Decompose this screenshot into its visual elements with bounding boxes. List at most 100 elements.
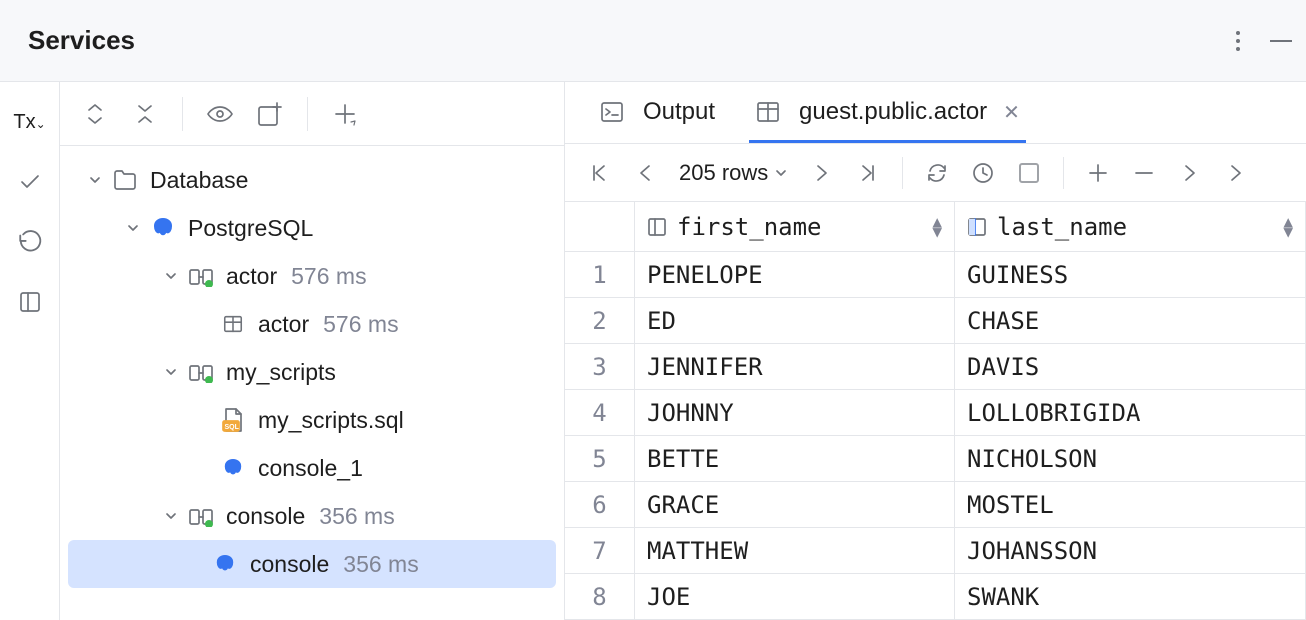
grid-cell[interactable]: MOSTEL [955, 482, 1305, 528]
grid-cell[interactable]: JOE [635, 574, 954, 620]
expand-all-button[interactable] [76, 95, 114, 133]
tree-label: console [226, 503, 305, 530]
folder-icon [112, 167, 138, 193]
postgresql-icon [150, 215, 176, 241]
tab-output[interactable]: Output [593, 84, 721, 143]
more-options-icon[interactable] [1232, 27, 1244, 55]
chevron-down-icon[interactable] [84, 169, 106, 191]
svg-text:SQL: SQL [225, 424, 240, 431]
chevron-down-icon[interactable] [160, 505, 182, 527]
commit-button[interactable] [14, 166, 46, 198]
row-number: 4 [565, 390, 634, 436]
sort-icon[interactable]: ▲▼ [1283, 218, 1293, 236]
row-number: 1 [565, 252, 634, 298]
chevron-down-icon[interactable] [160, 265, 182, 287]
column-header-last-name[interactable]: last_name ▲▼ [955, 202, 1305, 252]
row-count-dropdown[interactable]: 205 rows [673, 160, 794, 186]
services-tree[interactable]: Database PostgreSQL actor 576 ms [60, 146, 564, 620]
chevron-down-icon [774, 166, 788, 180]
grid-cell[interactable]: LOLLOBRIGIDA [955, 390, 1305, 436]
row-count-label: 205 rows [679, 160, 768, 186]
last-page-button[interactable] [850, 155, 886, 191]
view-mode-button[interactable] [201, 95, 239, 133]
grid-cell[interactable]: GRACE [635, 482, 954, 528]
reload-button[interactable] [919, 155, 955, 191]
tree-label: actor [258, 311, 309, 338]
collapse-all-button[interactable] [126, 95, 164, 133]
tree-label: Database [150, 167, 248, 194]
tree-node-console1[interactable]: console_1 [60, 444, 564, 492]
grid-cell[interactable]: ED [635, 298, 954, 344]
grid-cell[interactable]: SWANK [955, 574, 1305, 620]
row-number: 6 [565, 482, 634, 528]
grid-cell[interactable]: BETTE [635, 436, 954, 482]
gutter-header [565, 202, 634, 252]
tree-meta: 356 ms [319, 503, 394, 530]
row-number: 5 [565, 436, 634, 482]
column-icon [647, 217, 667, 237]
panel-title: Services [28, 25, 135, 56]
session-icon [188, 359, 214, 385]
data-grid[interactable]: 1 2 3 4 5 6 7 8 first_name [565, 202, 1306, 620]
tab-actor-table[interactable]: guest.public.actor ✕ [749, 84, 1026, 143]
column-name: first_name [677, 213, 822, 241]
grid-cell[interactable]: GUINESS [955, 252, 1305, 298]
session-icon [188, 263, 214, 289]
transaction-mode-button[interactable]: Tx⌄ [14, 106, 46, 138]
grid-cell[interactable]: NICHOLSON [955, 436, 1305, 482]
session-icon [188, 503, 214, 529]
add-row-button[interactable] [1080, 155, 1116, 191]
new-session-button[interactable] [251, 95, 289, 133]
row-number: 8 [565, 574, 634, 620]
tree-label: actor [226, 263, 277, 290]
remove-row-button[interactable] [1126, 155, 1162, 191]
grid-cell[interactable]: CHASE [955, 298, 1305, 344]
column-name: last_name [997, 213, 1127, 241]
next-button[interactable] [1172, 155, 1208, 191]
tree-meta: 576 ms [323, 311, 398, 338]
tree-label: console_1 [258, 455, 363, 482]
tree-node-console[interactable]: console 356 ms [68, 540, 556, 588]
grid-cell[interactable]: MATTHEW [635, 528, 954, 574]
tree-label: PostgreSQL [188, 215, 313, 242]
row-number: 7 [565, 528, 634, 574]
tree-node-myscripts-session[interactable]: my_scripts [60, 348, 564, 396]
tree-node-console-session[interactable]: console 356 ms [60, 492, 564, 540]
postgresql-icon [220, 455, 246, 481]
close-tab-button[interactable]: ✕ [1003, 100, 1020, 125]
prev-page-button[interactable] [627, 155, 663, 191]
postgresql-icon [212, 551, 238, 577]
tree-node-sql-file[interactable]: SQL my_scripts.sql [60, 396, 564, 444]
tree-label: my_scripts.sql [258, 407, 404, 434]
grid-cell[interactable]: JOHNNY [635, 390, 954, 436]
tree-node-actor-session[interactable]: actor 576 ms [60, 252, 564, 300]
tree-node-database[interactable]: Database [60, 156, 564, 204]
sql-file-icon: SQL [220, 407, 246, 433]
rollback-button[interactable] [14, 226, 46, 258]
tree-node-actor-table[interactable]: actor 576 ms [60, 300, 564, 348]
table-icon [220, 311, 246, 337]
layout-settings-button[interactable] [14, 286, 46, 318]
grid-cell[interactable]: PENELOPE [635, 252, 954, 298]
grid-cell[interactable]: DAVIS [955, 344, 1305, 390]
grid-cell[interactable]: JENNIFER [635, 344, 954, 390]
chevron-down-icon[interactable] [160, 361, 182, 383]
grid-cell[interactable]: JOHANSSON [955, 528, 1305, 574]
stop-button[interactable] [1011, 155, 1047, 191]
history-button[interactable] [965, 155, 1001, 191]
sort-icon[interactable]: ▲▼ [932, 218, 942, 236]
column-key-icon [967, 217, 987, 237]
console-output-icon [599, 99, 625, 125]
chevron-down-icon[interactable] [122, 217, 144, 239]
tree-node-postgresql[interactable]: PostgreSQL [60, 204, 564, 252]
tree-label: my_scripts [226, 359, 336, 386]
add-button[interactable] [326, 95, 364, 133]
column-header-first-name[interactable]: first_name ▲▼ [635, 202, 954, 252]
tree-label: console [250, 551, 329, 578]
first-page-button[interactable] [581, 155, 617, 191]
next-page-button[interactable] [804, 155, 840, 191]
tree-meta: 356 ms [343, 551, 418, 578]
next2-button[interactable] [1218, 155, 1254, 191]
table-icon [755, 99, 781, 125]
minimize-button[interactable] [1270, 40, 1292, 42]
